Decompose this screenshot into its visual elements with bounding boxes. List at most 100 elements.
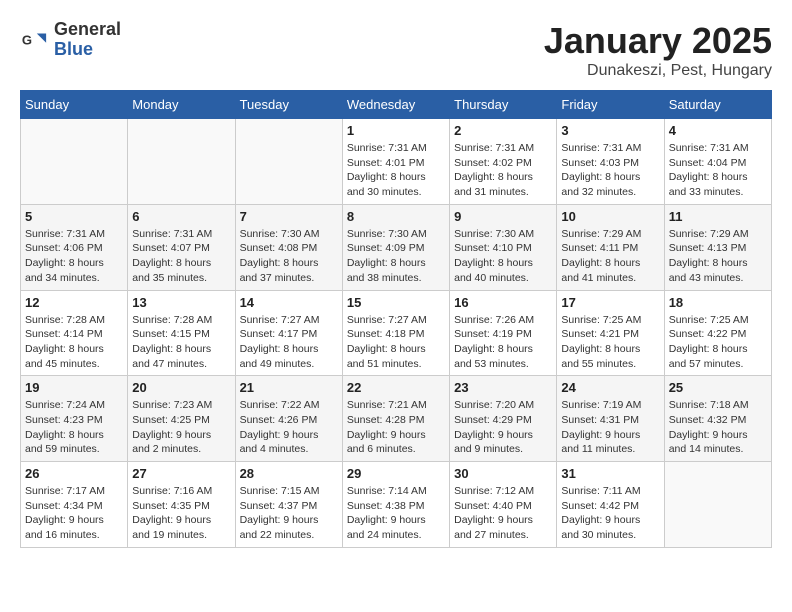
- day-info: Sunrise: 7:15 AM Sunset: 4:37 PM Dayligh…: [240, 484, 338, 543]
- calendar-cell: 10Sunrise: 7:29 AM Sunset: 4:11 PM Dayli…: [557, 204, 664, 290]
- logo-icon: G: [20, 26, 48, 54]
- day-info: Sunrise: 7:29 AM Sunset: 4:13 PM Dayligh…: [669, 227, 767, 286]
- logo-line1: General: [54, 20, 121, 40]
- day-number: 6: [132, 209, 230, 224]
- day-info: Sunrise: 7:21 AM Sunset: 4:28 PM Dayligh…: [347, 398, 445, 457]
- calendar-cell: 28 Sunrise: 7:15 AM Sunset: 4:37 PM Dayli…: [235, 462, 342, 548]
- calendar-cell: 7 Sunrise: 7:30 AM Sunset: 4:08 PM Daylig…: [235, 204, 342, 290]
- day-number: 11: [669, 209, 767, 224]
- day-info: Sunrise: 7:16 AM Sunset: 4:35 PM Dayligh…: [132, 484, 230, 543]
- day-info: Sunrise: 7:31 AM Sunset: 4:04 PM Dayligh…: [669, 141, 767, 200]
- calendar-cell: 6 Sunrise: 7:31 AM Sunset: 4:07 PM Daylig…: [128, 204, 235, 290]
- day-info: Sunrise: 7:25 AM Sunset: 4:21 PM Dayligh…: [561, 313, 659, 372]
- svg-text:G: G: [22, 32, 32, 47]
- day-number: 19: [25, 380, 123, 395]
- day-info: Sunrise: 7:30 AM Sunset: 4:08 PM Dayligh…: [240, 227, 338, 286]
- day-info: Sunrise: 7:26 AM Sunset: 4:19 PM Dayligh…: [454, 313, 552, 372]
- day-info: Sunrise: 7:30 AM Sunset: 4:09 PM Dayligh…: [347, 227, 445, 286]
- calendar-row: 1Sunrise: 7:31 AM Sunset: 4:01 PM Daylig…: [21, 119, 772, 205]
- day-number: 18: [669, 295, 767, 310]
- title-section: January 2025 Dunakeszi, Pest, Hungary: [544, 20, 772, 80]
- calendar-cell: 9 Sunrise: 7:30 AM Sunset: 4:10 PM Daylig…: [450, 204, 557, 290]
- calendar-cell: 27 Sunrise: 7:16 AM Sunset: 4:35 PM Dayli…: [128, 462, 235, 548]
- day-number: 20: [132, 380, 230, 395]
- day-info: Sunrise: 7:28 AM Sunset: 4:14 PM Dayligh…: [25, 313, 123, 372]
- day-number: 29: [347, 466, 445, 481]
- calendar-row: 12 Sunrise: 7:28 AM Sunset: 4:14 PM Dayli…: [21, 290, 772, 376]
- calendar-cell: 18 Sunrise: 7:25 AM Sunset: 4:22 PM Dayli…: [664, 290, 771, 376]
- calendar-cell: 31 Sunrise: 7:11 AM Sunset: 4:42 PM Dayli…: [557, 462, 664, 548]
- day-number: 30: [454, 466, 552, 481]
- calendar-cell: 8 Sunrise: 7:30 AM Sunset: 4:09 PM Daylig…: [342, 204, 449, 290]
- calendar-cell: [21, 119, 128, 205]
- calendar-cell: 25 Sunrise: 7:18 AM Sunset: 4:32 PM Dayli…: [664, 376, 771, 462]
- calendar-cell: 20 Sunrise: 7:23 AM Sunset: 4:25 PM Dayli…: [128, 376, 235, 462]
- weekday-header: Monday: [128, 91, 235, 119]
- calendar-cell: 11 Sunrise: 7:29 AM Sunset: 4:13 PM Dayli…: [664, 204, 771, 290]
- calendar-cell: 16 Sunrise: 7:26 AM Sunset: 4:19 PM Dayli…: [450, 290, 557, 376]
- weekday-header: Friday: [557, 91, 664, 119]
- day-info: Sunrise: 7:11 AM Sunset: 4:42 PM Dayligh…: [561, 484, 659, 543]
- calendar-cell: [128, 119, 235, 205]
- day-number: 4: [669, 123, 767, 138]
- day-number: 31: [561, 466, 659, 481]
- day-number: 16: [454, 295, 552, 310]
- calendar-row: 26 Sunrise: 7:17 AM Sunset: 4:34 PM Dayli…: [21, 462, 772, 548]
- calendar-cell: 2 Sunrise: 7:31 AM Sunset: 4:02 PM Daylig…: [450, 119, 557, 205]
- calendar-cell: 4 Sunrise: 7:31 AM Sunset: 4:04 PM Daylig…: [664, 119, 771, 205]
- day-info: Sunrise: 7:17 AM Sunset: 4:34 PM Dayligh…: [25, 484, 123, 543]
- logo-line2: Blue: [54, 40, 121, 60]
- day-number: 9: [454, 209, 552, 224]
- calendar-header-row: SundayMondayTuesdayWednesdayThursdayFrid…: [21, 91, 772, 119]
- day-info: Sunrise: 7:12 AM Sunset: 4:40 PM Dayligh…: [454, 484, 552, 543]
- calendar-cell: 19 Sunrise: 7:24 AM Sunset: 4:23 PM Dayli…: [21, 376, 128, 462]
- day-info: Sunrise: 7:28 AM Sunset: 4:15 PM Dayligh…: [132, 313, 230, 372]
- day-info: Sunrise: 7:20 AM Sunset: 4:29 PM Dayligh…: [454, 398, 552, 457]
- day-info: Sunrise: 7:25 AM Sunset: 4:22 PM Dayligh…: [669, 313, 767, 372]
- location: Dunakeszi, Pest, Hungary: [544, 62, 772, 80]
- calendar-row: 5 Sunrise: 7:31 AM Sunset: 4:06 PM Daylig…: [21, 204, 772, 290]
- day-number: 23: [454, 380, 552, 395]
- day-info: Sunrise: 7:18 AM Sunset: 4:32 PM Dayligh…: [669, 398, 767, 457]
- calendar-cell: 17 Sunrise: 7:25 AM Sunset: 4:21 PM Dayli…: [557, 290, 664, 376]
- calendar-cell: 22 Sunrise: 7:21 AM Sunset: 4:28 PM Dayli…: [342, 376, 449, 462]
- day-number: 3: [561, 123, 659, 138]
- day-info: Sunrise: 7:31 AM Sunset: 4:01 PM Dayligh…: [347, 141, 445, 200]
- weekday-header: Tuesday: [235, 91, 342, 119]
- calendar-cell: 3 Sunrise: 7:31 AM Sunset: 4:03 PM Daylig…: [557, 119, 664, 205]
- calendar-cell: 1Sunrise: 7:31 AM Sunset: 4:01 PM Daylig…: [342, 119, 449, 205]
- day-number: 24: [561, 380, 659, 395]
- day-info: Sunrise: 7:31 AM Sunset: 4:02 PM Dayligh…: [454, 141, 552, 200]
- day-number: 8: [347, 209, 445, 224]
- day-info: Sunrise: 7:31 AM Sunset: 4:06 PM Dayligh…: [25, 227, 123, 286]
- day-info: Sunrise: 7:27 AM Sunset: 4:17 PM Dayligh…: [240, 313, 338, 372]
- page-header: G General Blue January 2025 Dunakeszi, P…: [20, 20, 772, 80]
- day-number: 7: [240, 209, 338, 224]
- calendar-cell: 30 Sunrise: 7:12 AM Sunset: 4:40 PM Dayli…: [450, 462, 557, 548]
- logo: G General Blue: [20, 20, 121, 60]
- day-info: Sunrise: 7:19 AM Sunset: 4:31 PM Dayligh…: [561, 398, 659, 457]
- day-number: 28: [240, 466, 338, 481]
- day-number: 26: [25, 466, 123, 481]
- day-number: 27: [132, 466, 230, 481]
- day-number: 21: [240, 380, 338, 395]
- calendar-cell: 12 Sunrise: 7:28 AM Sunset: 4:14 PM Dayli…: [21, 290, 128, 376]
- day-info: Sunrise: 7:31 AM Sunset: 4:07 PM Dayligh…: [132, 227, 230, 286]
- calendar-cell: 5 Sunrise: 7:31 AM Sunset: 4:06 PM Daylig…: [21, 204, 128, 290]
- calendar-cell: 26 Sunrise: 7:17 AM Sunset: 4:34 PM Dayli…: [21, 462, 128, 548]
- day-number: 2: [454, 123, 552, 138]
- day-number: 12: [25, 295, 123, 310]
- day-info: Sunrise: 7:30 AM Sunset: 4:10 PM Dayligh…: [454, 227, 552, 286]
- calendar-cell: 14Sunrise: 7:27 AM Sunset: 4:17 PM Dayli…: [235, 290, 342, 376]
- day-number: 5: [25, 209, 123, 224]
- calendar-cell: 21 Sunrise: 7:22 AM Sunset: 4:26 PM Dayli…: [235, 376, 342, 462]
- day-number: 22: [347, 380, 445, 395]
- day-number: 17: [561, 295, 659, 310]
- day-number: 15: [347, 295, 445, 310]
- day-info: Sunrise: 7:22 AM Sunset: 4:26 PM Dayligh…: [240, 398, 338, 457]
- day-info: Sunrise: 7:23 AM Sunset: 4:25 PM Dayligh…: [132, 398, 230, 457]
- calendar: SundayMondayTuesdayWednesdayThursdayFrid…: [20, 90, 772, 548]
- day-info: Sunrise: 7:24 AM Sunset: 4:23 PM Dayligh…: [25, 398, 123, 457]
- day-number: 25: [669, 380, 767, 395]
- day-info: Sunrise: 7:31 AM Sunset: 4:03 PM Dayligh…: [561, 141, 659, 200]
